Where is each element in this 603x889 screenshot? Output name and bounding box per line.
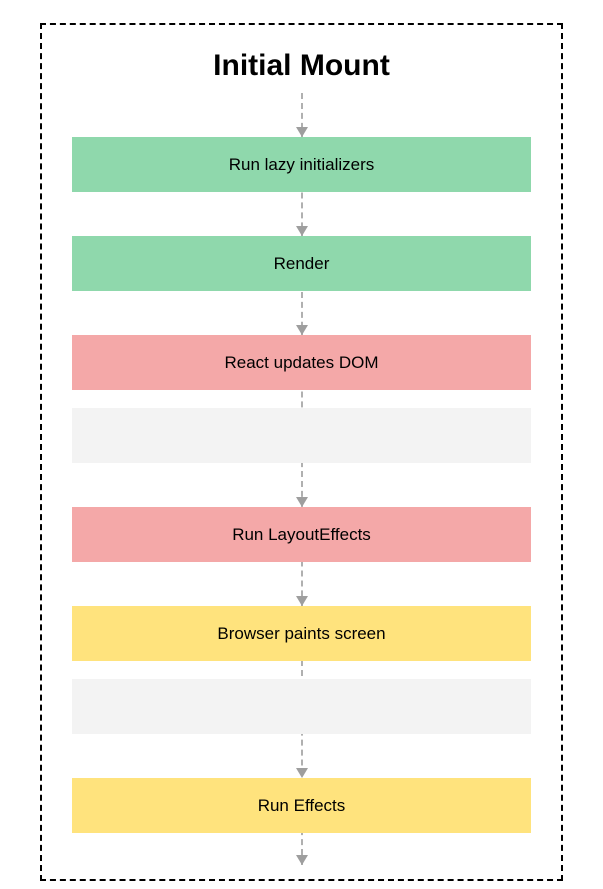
arrow-down-icon: [296, 127, 308, 137]
arrow-down-icon: [296, 768, 308, 778]
arrow-segment: [296, 463, 308, 507]
arrow-down-icon: [296, 325, 308, 335]
arrow-segment: [296, 192, 308, 236]
arrow-segment: [296, 93, 308, 137]
step-placeholder: [72, 679, 531, 734]
step-run-effects: Run Effects: [72, 778, 531, 833]
diagram-title: Initial Mount: [213, 49, 390, 83]
arrow-segment: [296, 562, 308, 606]
arrow-segment: [296, 734, 308, 778]
arrow-segment: [296, 833, 308, 865]
step-placeholder: [72, 408, 531, 463]
step-label: Run LayoutEffects: [232, 525, 371, 545]
step-label: Run Effects: [258, 796, 346, 816]
step-label: Browser paints screen: [217, 624, 385, 644]
step-render: Render: [72, 236, 531, 291]
arrow-down-icon: [296, 497, 308, 507]
flow-area: Run lazy initializers Render React updat…: [72, 93, 531, 865]
step-run-layouteffects: Run LayoutEffects: [72, 507, 531, 562]
arrow-segment: [296, 291, 308, 335]
step-label: Run lazy initializers: [229, 155, 375, 175]
arrow-down-icon: [296, 226, 308, 236]
arrow-down-icon: [296, 855, 308, 865]
arrow-down-icon: [296, 596, 308, 606]
step-label: Render: [274, 254, 330, 274]
step-browser-paints: Browser paints screen: [72, 606, 531, 661]
diagram-container: Initial Mount Run lazy initializers Rend…: [40, 23, 563, 881]
step-label: React updates DOM: [224, 353, 378, 373]
step-lazy-initializers: Run lazy initializers: [72, 137, 531, 192]
step-react-updates-dom: React updates DOM: [72, 335, 531, 390]
